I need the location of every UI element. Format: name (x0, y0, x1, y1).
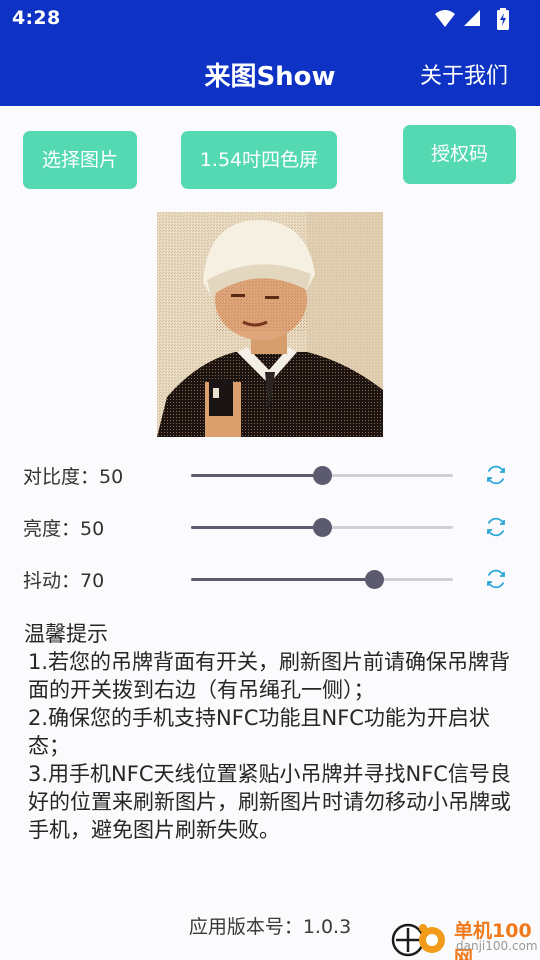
tips-title: 温馨提示 (24, 622, 108, 646)
brightness-reset-icon[interactable] (484, 515, 508, 539)
contrast-slider[interactable] (191, 466, 453, 485)
contrast-reset-icon[interactable] (484, 463, 508, 487)
site-watermark: 单机100网 danji100.com (390, 916, 540, 960)
dither-slider-fill (191, 578, 375, 581)
watermark-logo-icon (391, 923, 445, 957)
contrast-label: 对比度：50 (23, 466, 124, 488)
signal-icon (464, 10, 480, 26)
status-time: 4:28 (12, 7, 61, 29)
dither-slider-thumb[interactable] (365, 570, 385, 589)
dither-slider-row: 抖动：70 (0, 559, 540, 599)
dither-label: 抖动：70 (23, 570, 105, 592)
dither-reset-icon[interactable] (484, 567, 508, 591)
brightness-slider-fill (191, 526, 322, 529)
contrast-slider-thumb[interactable] (313, 466, 332, 485)
about-us-link[interactable]: 关于我们 (420, 58, 508, 90)
tips-line-2: 2.确保您的手机支持NFC功能且NFC功能为开启状态； (28, 706, 490, 758)
auth-code-button[interactable]: 授权码 (403, 125, 516, 184)
contrast-slider-row: 对比度：50 (0, 455, 540, 495)
watermark-url: danji100.com (456, 939, 538, 953)
tips-line-1: 1.若您的吊牌背面有开关，刷新图片前请确保吊牌背面的开关拨到右边（有吊绳孔一侧）… (28, 650, 511, 702)
contrast-slider-fill (191, 474, 322, 477)
brightness-slider[interactable] (191, 518, 453, 537)
brightness-slider-thumb[interactable] (313, 518, 332, 537)
screen-type-button[interactable]: 1.54吋四色屏 (181, 131, 337, 189)
brightness-label: 亮度：50 (23, 518, 105, 540)
tips-line-3: 3.用手机NFC天线位置紧贴小吊牌并寻找NFC信号良好的位置来刷新图片，刷新图片… (28, 762, 511, 842)
status-bar: 4:28 (0, 0, 540, 36)
tips-section: 温馨提示 1.若您的吊牌背面有开关，刷新图片前请确保吊牌背面的开关拨到右边（有吊… (24, 620, 514, 844)
brightness-slider-row: 亮度：50 (0, 507, 540, 547)
watermark-name: 单机100网 (454, 920, 532, 960)
select-image-button[interactable]: 选择图片 (23, 131, 137, 189)
wifi-icon (435, 10, 455, 27)
preview-image (157, 212, 383, 437)
battery-charging-icon (497, 8, 509, 30)
preview-portrait-image (157, 212, 383, 437)
dither-slider[interactable] (191, 570, 453, 589)
top-bar: 4:28 来图Show 关于我们 (0, 0, 540, 106)
